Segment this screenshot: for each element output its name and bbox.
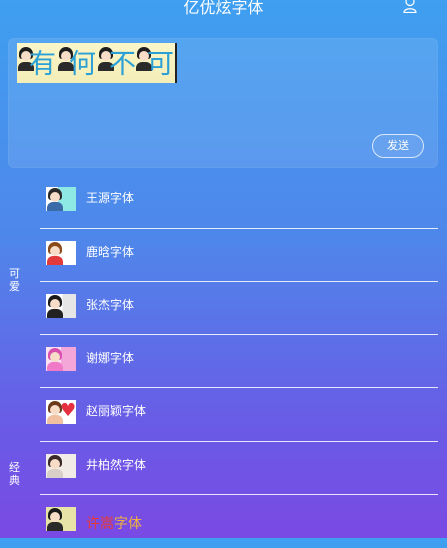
text-editor-panel[interactable]: 有 何 不 可 发送 xyxy=(8,38,438,168)
font-item-label: 王源字体 xyxy=(86,191,135,205)
preview-char: 不 xyxy=(109,49,136,80)
avatar xyxy=(46,454,76,478)
font-item-label-char: 许 xyxy=(86,516,100,532)
font-item-label-char: 嵩 xyxy=(100,516,114,532)
preview-glyph: 不 xyxy=(97,43,137,83)
font-item-label: 鹿晗字体 xyxy=(86,245,135,259)
preview-glyph: 有 xyxy=(17,43,57,83)
category-label-classic[interactable]: 经典 xyxy=(9,461,21,487)
preview-char: 何 xyxy=(69,49,96,80)
avatar xyxy=(46,347,76,371)
avatar xyxy=(46,294,76,318)
app-header: 亿优炫字体 xyxy=(0,0,447,30)
font-item-label: 张杰字体 xyxy=(86,298,135,312)
preview-char: 可 xyxy=(147,49,174,80)
avatar xyxy=(46,241,76,265)
font-item-jingboran[interactable]: 井柏然字体 xyxy=(40,442,438,495)
font-preview-image: 有 何 不 可 xyxy=(17,43,177,83)
font-item-wangyuan[interactable]: 王源字体 xyxy=(40,175,438,228)
heart-icon: ♥ xyxy=(60,400,76,421)
preview-char: 有 xyxy=(29,49,56,80)
avatar xyxy=(46,187,76,211)
preview-glyph: 可 xyxy=(135,43,175,83)
font-item-label: 许嵩字体 xyxy=(86,513,142,533)
font-item-zhaoliying[interactable]: ♥ 赵丽颖字体 xyxy=(40,388,438,441)
page-title: 亿优炫字体 xyxy=(183,0,264,17)
font-item-label-char: 字 xyxy=(114,516,128,532)
font-item-xiena[interactable]: 谢娜字体 xyxy=(40,335,438,388)
font-item-label-char: 体 xyxy=(128,516,142,532)
send-button[interactable]: 发送 xyxy=(372,134,424,158)
category-label-cute[interactable]: 可爱 xyxy=(9,267,21,293)
font-item-zhangjie[interactable]: 张杰字体 xyxy=(40,282,438,335)
font-item-label: 井柏然字体 xyxy=(86,458,147,472)
preview-glyph: 何 xyxy=(57,43,97,83)
avatar xyxy=(46,507,76,531)
avatar: ♥ xyxy=(46,400,76,424)
font-item-luhan[interactable]: 鹿晗字体 xyxy=(40,229,438,282)
font-item-xusong[interactable]: 许嵩字体 xyxy=(40,495,438,548)
user-icon[interactable] xyxy=(403,0,417,13)
font-item-label: 谢娜字体 xyxy=(86,351,135,365)
font-item-label: 赵丽颖字体 xyxy=(86,404,147,418)
